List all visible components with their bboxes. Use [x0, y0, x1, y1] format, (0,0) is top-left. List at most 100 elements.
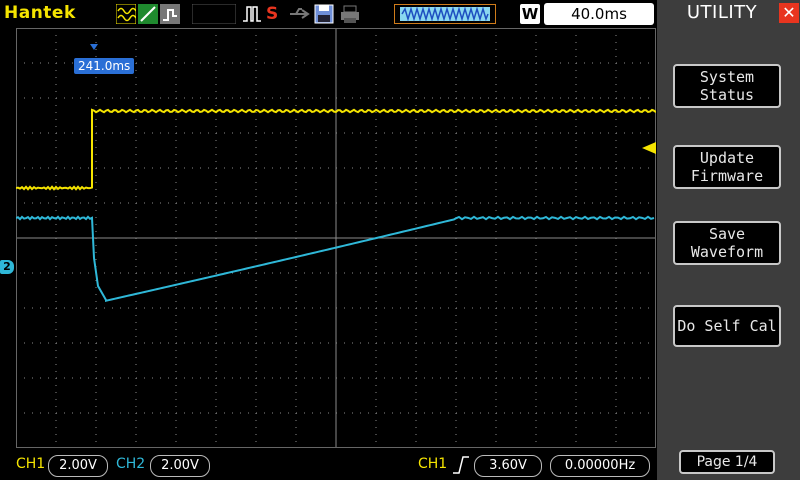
- grid-dot: [55, 182, 57, 183]
- grid-dot: [280, 62, 281, 64]
- grid-dot: [512, 132, 513, 134]
- ch2-level-marker: 2: [0, 260, 14, 274]
- grid-dot: [504, 272, 505, 274]
- trigger-level-marker: [642, 142, 656, 154]
- grid-dot: [88, 202, 89, 204]
- grid-dot: [135, 91, 137, 92]
- grid-dot: [615, 126, 617, 127]
- grid-dot: [528, 62, 529, 64]
- grid-dot: [255, 140, 257, 141]
- grid-dot: [464, 62, 465, 64]
- grid-dot: [232, 412, 233, 414]
- do-self-cal-button[interactable]: Do Self Cal: [673, 305, 781, 347]
- grid-dot: [64, 342, 65, 344]
- grid-dot: [55, 406, 57, 407]
- grid-dot: [55, 189, 57, 190]
- grid-dot: [424, 412, 425, 414]
- grid-dot: [575, 420, 577, 421]
- grid-dot: [215, 126, 217, 127]
- grid-dot: [512, 62, 513, 64]
- grid-dot: [255, 259, 257, 260]
- grid-dot: [496, 342, 497, 344]
- grid-dot: [616, 412, 617, 414]
- grid-dot: [440, 97, 441, 99]
- grid-dot: [576, 202, 577, 204]
- grid-dot: [640, 132, 641, 134]
- grid-dot: [615, 231, 617, 232]
- grid-dot: [56, 307, 57, 309]
- grid-dot: [488, 307, 489, 309]
- grid-dot: [256, 167, 257, 169]
- grid-dot: [224, 342, 225, 344]
- grid-dot: [535, 231, 537, 232]
- grid-dot: [375, 252, 377, 253]
- grid-dot: [535, 77, 537, 78]
- grid-dot: [536, 97, 537, 99]
- grid-dot: [455, 280, 457, 281]
- grid-dot: [232, 62, 233, 64]
- grid-dot: [504, 307, 505, 309]
- grid-dot: [176, 272, 177, 274]
- grid-dot: [255, 112, 257, 113]
- grid-dot: [352, 377, 353, 379]
- grid-dot: [535, 385, 537, 386]
- grid-dot: [95, 224, 97, 225]
- grid-dot: [424, 272, 425, 274]
- grid-dot: [415, 434, 417, 435]
- page-indicator-button[interactable]: Page 1/4: [679, 450, 775, 474]
- grid-dot: [552, 167, 553, 169]
- system-status-button[interactable]: System Status: [673, 64, 781, 108]
- grid-dot: [495, 294, 497, 295]
- grid-dot: [344, 377, 345, 379]
- grid-dot: [535, 91, 537, 92]
- grid-dot: [496, 272, 497, 274]
- grid-dot: [624, 377, 625, 379]
- grid-dot: [376, 167, 377, 169]
- grid-dot: [400, 272, 401, 274]
- grid-dot: [216, 412, 217, 414]
- grid-dot: [415, 329, 417, 330]
- grid-dot: [40, 342, 41, 344]
- grid-dot: [215, 140, 217, 141]
- grid-dot: [95, 231, 97, 232]
- save-waveform-button[interactable]: Save Waveform: [673, 221, 781, 265]
- grid-dot: [295, 427, 297, 428]
- grid-dot: [255, 175, 257, 176]
- grid-dot: [368, 412, 369, 414]
- grid-dot: [440, 62, 441, 64]
- grid-dot: [535, 329, 537, 330]
- grid-dot: [136, 412, 137, 414]
- grid-dot: [192, 342, 193, 344]
- grid-dot: [120, 202, 121, 204]
- close-icon[interactable]: ✕: [779, 3, 799, 23]
- grid-dot: [215, 231, 217, 232]
- grid-dot: [400, 377, 401, 379]
- grid-dot: [632, 132, 633, 134]
- grid-dot: [135, 49, 137, 50]
- grid-dot: [304, 132, 305, 134]
- grid-dot: [95, 329, 97, 330]
- grid-dot: [375, 294, 377, 295]
- grid-dot: [440, 272, 441, 274]
- grid-dot: [215, 287, 217, 288]
- grid-dot: [615, 105, 617, 106]
- print-icon: [340, 4, 360, 24]
- grid-dot: [615, 371, 617, 372]
- grid-dot: [200, 167, 201, 169]
- grid-dot: [432, 412, 433, 414]
- grid-dot: [200, 377, 201, 379]
- grid-dot: [375, 154, 377, 155]
- grid-dot: [152, 132, 153, 134]
- grid-dot: [95, 371, 97, 372]
- grid-dot: [375, 441, 377, 442]
- grid-dot: [495, 252, 497, 253]
- grid-dot: [135, 105, 137, 106]
- grid-dot: [632, 307, 633, 309]
- grid-dot: [112, 272, 113, 274]
- grid-dot: [616, 97, 617, 99]
- trigger-level: 3.60V: [474, 455, 542, 477]
- grid-dot: [344, 342, 345, 344]
- grid-dot: [175, 371, 177, 372]
- grid-dot: [615, 427, 617, 428]
- update-firmware-button[interactable]: Update Firmware: [673, 145, 781, 189]
